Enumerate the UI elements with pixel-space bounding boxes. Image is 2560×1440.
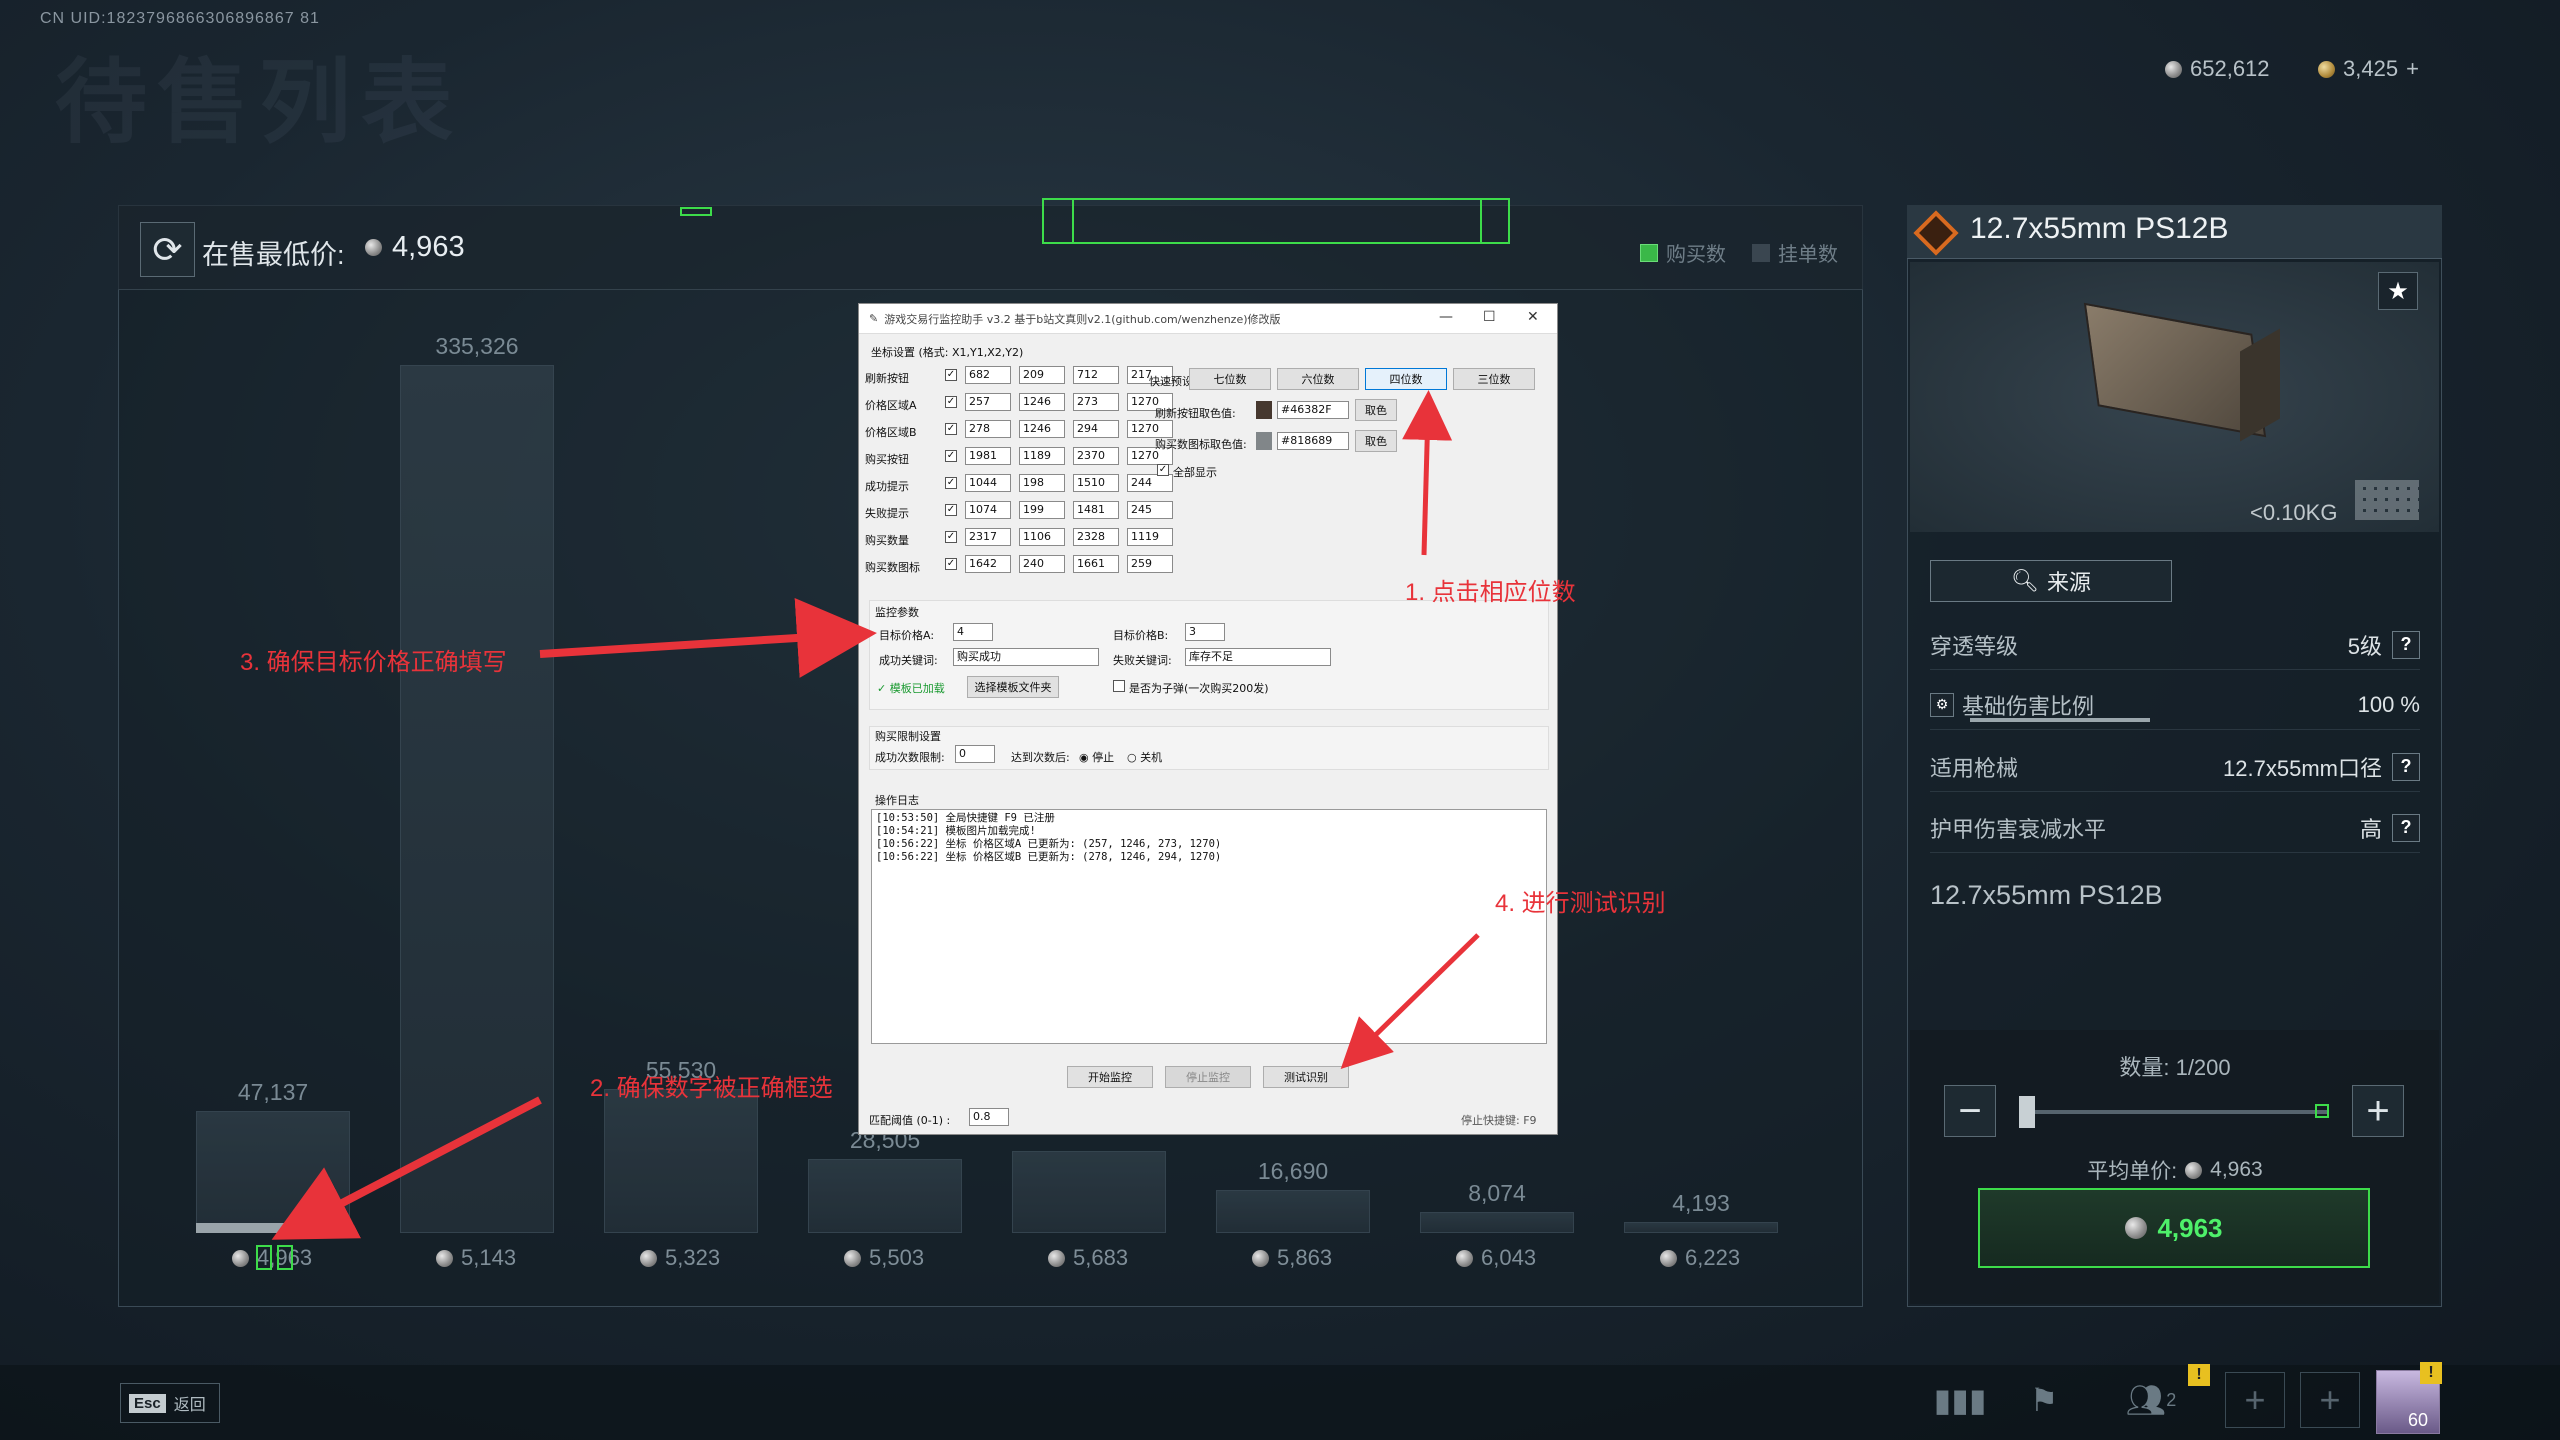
arrow-1: [1402, 390, 1453, 556]
arrow-4: [1340, 933, 1480, 1069]
annotation-arrows: [271, 390, 1480, 1240]
arrow-2: [271, 1096, 542, 1240]
arrow-3: [539, 598, 877, 678]
